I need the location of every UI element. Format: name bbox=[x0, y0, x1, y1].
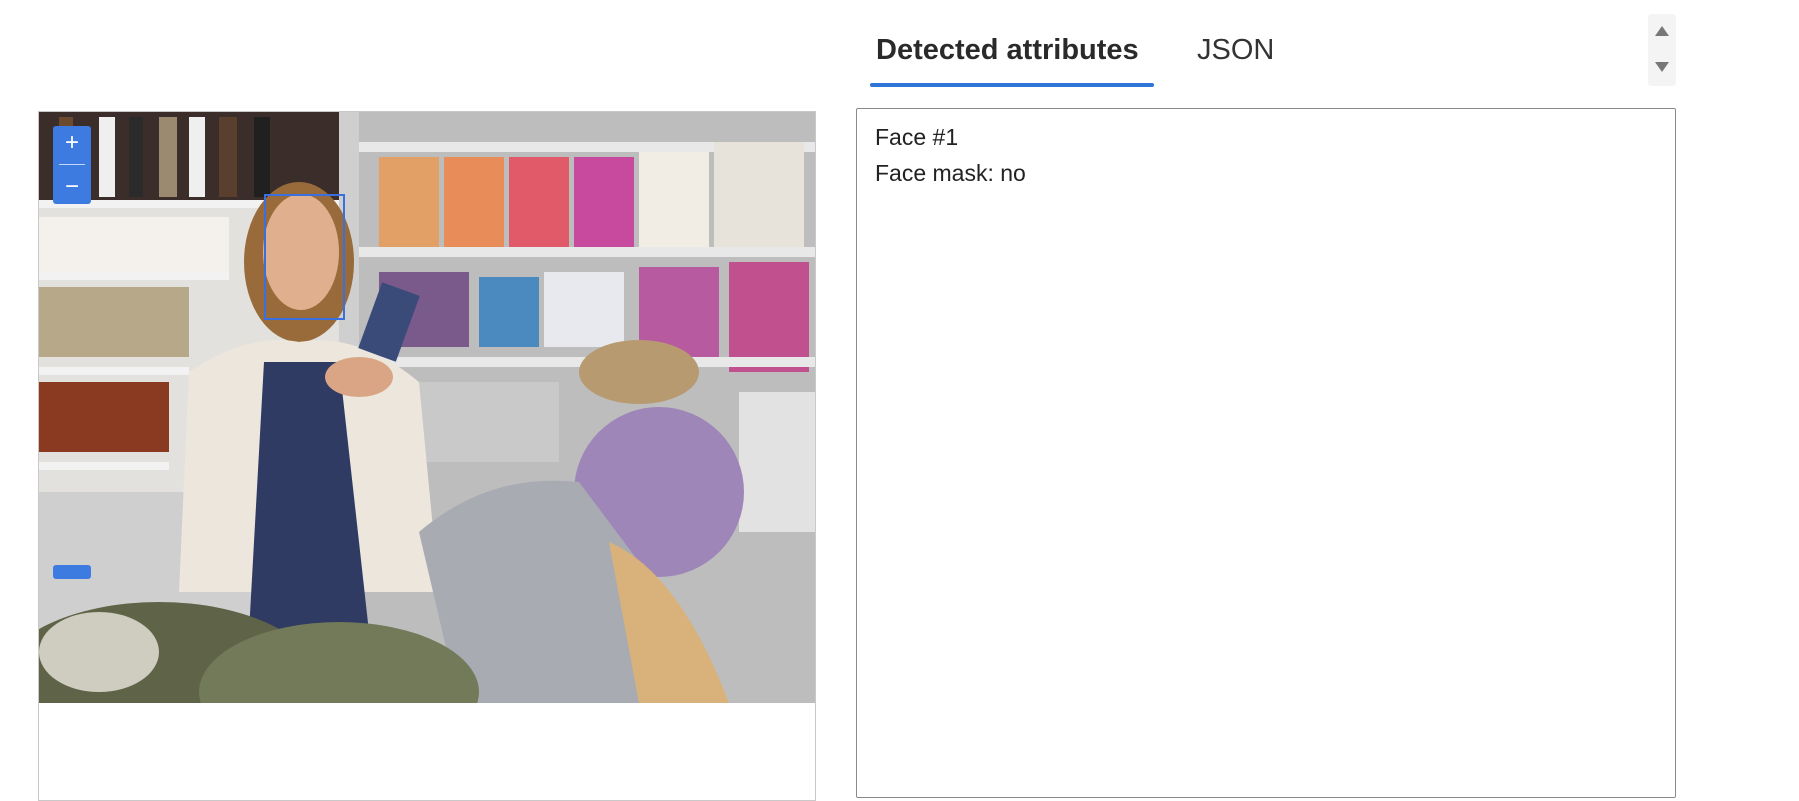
face-heading: Face #1 bbox=[875, 124, 959, 150]
active-tab-indicator bbox=[870, 83, 1154, 87]
zoom-divider bbox=[59, 164, 85, 166]
tab-detected-attributes[interactable]: Detected attributes bbox=[876, 34, 1139, 67]
face-bounding-box bbox=[264, 194, 345, 320]
results-panel: Face #1 Face mask: no bbox=[856, 108, 1676, 798]
tab-json[interactable]: JSON bbox=[1197, 34, 1274, 67]
zoom-in-button[interactable]: + bbox=[65, 130, 79, 155]
triangle-up-icon[interactable] bbox=[1655, 26, 1669, 36]
triangle-down-icon[interactable] bbox=[1655, 62, 1669, 72]
image-viewer[interactable]: + − bbox=[38, 111, 816, 801]
analyzed-photo bbox=[39, 112, 815, 703]
zoom-control[interactable]: + − bbox=[53, 126, 91, 204]
zoom-slider-handle[interactable] bbox=[53, 565, 91, 579]
scroll-controls bbox=[1648, 14, 1676, 86]
zoom-out-button[interactable]: − bbox=[65, 175, 79, 199]
face-mask-attribute: Face mask: no bbox=[875, 160, 1026, 186]
store-scene-illustration bbox=[39, 112, 815, 703]
